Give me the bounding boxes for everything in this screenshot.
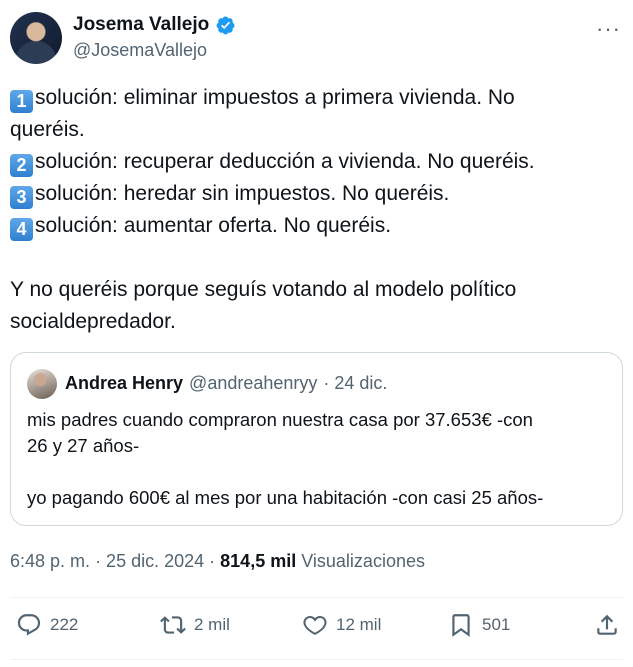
share-button[interactable] <box>594 612 620 638</box>
divider <box>10 597 623 598</box>
quote-line: yo pagando 600€ al mes por una habitació… <box>27 487 544 508</box>
tweet-time[interactable]: 6:48 p. m. <box>10 551 90 571</box>
retweet-count: 2 mil <box>194 615 230 634</box>
tweet-date[interactable]: · 25 dic. 2024 · <box>95 551 215 571</box>
reply-count: 222 <box>50 615 79 634</box>
tweet-line: 4 solución: aumentar oferta. No queréis. <box>10 210 620 242</box>
divider <box>10 659 623 660</box>
like-button[interactable]: 12 mil <box>302 612 381 638</box>
retweet-icon <box>160 616 186 634</box>
tweet-closing-line: Y no queréis porque seguís votando al mo… <box>10 278 517 301</box>
quote-line: mis padres cuando compraron nuestra casa… <box>27 409 533 430</box>
tweet-header: Josema Vallejo @JosemaVallejo ··· <box>10 12 623 66</box>
action-bar: 222 2 mil 12 mil 501 <box>10 612 620 644</box>
tweet-line-text: queréis. <box>10 118 85 141</box>
tweet-line-text: solución: recuperar deducción a vivienda… <box>35 150 535 173</box>
tweet-line-text: solución: heredar sin impuestos. No quer… <box>35 182 450 205</box>
share-icon <box>597 614 617 635</box>
quoted-tweet[interactable]: Andrea Henry @andreahenryy · 24 dic. mis… <box>10 352 623 526</box>
tweet-line-text: solución: eliminar impuestos a primera v… <box>35 86 515 109</box>
author-name[interactable]: Josema Vallejo <box>73 14 209 36</box>
reply-button[interactable]: 222 <box>16 612 78 638</box>
tweet-line: 3 solución: heredar sin impuestos. No que… <box>10 178 620 210</box>
more-options-icon[interactable]: ··· <box>596 16 621 42</box>
bookmark-icon <box>452 614 470 637</box>
author-name-row: Josema Vallejo <box>73 14 236 36</box>
views-count: 814,5 mil <box>220 551 297 571</box>
quote-header: Andrea Henry @andreahenryy · 24 dic. <box>65 373 387 394</box>
like-count: 12 mil <box>336 615 382 634</box>
keycap-two-icon: 2 <box>10 154 33 177</box>
tweet-line: queréis. <box>10 114 620 146</box>
quote-text: mis padres cuando compraron nuestra casa… <box>27 407 607 511</box>
quote-author-name: Andrea Henry <box>65 373 184 393</box>
like-icon <box>303 615 327 635</box>
bookmark-count: 501 <box>482 615 511 634</box>
author-handle[interactable]: @JosemaVallejo <box>73 40 207 61</box>
tweet-meta: 6:48 p. m. · 25 dic. 2024 · 814,5 mil Vi… <box>10 551 425 572</box>
author-avatar[interactable] <box>10 12 62 64</box>
quote-line: 26 y 27 años- <box>27 435 140 456</box>
quote-date: · 24 dic. <box>323 373 388 393</box>
tweet-text: 1 solución: eliminar impuestos a primera … <box>10 82 620 338</box>
tweet-line: 1 solución: eliminar impuestos a primera … <box>10 82 620 114</box>
verified-badge-icon <box>216 16 235 34</box>
tweet-closing-line: socialdepredador. <box>10 310 176 333</box>
quote-author-handle: @andreahenryy <box>189 373 318 393</box>
keycap-three-icon: 3 <box>10 186 33 209</box>
bookmark-button[interactable]: 501 <box>448 612 510 638</box>
tweet-line-text: solución: aumentar oferta. No queréis. <box>35 214 392 237</box>
tweet-line: 2 solución: recuperar deducción a viviend… <box>10 146 620 178</box>
views-label: Visualizaciones <box>301 551 425 571</box>
retweet-button[interactable]: 2 mil <box>160 612 230 638</box>
quote-author-avatar <box>27 369 57 399</box>
reply-icon <box>17 614 41 636</box>
keycap-four-icon: 4 <box>10 218 33 241</box>
keycap-one-icon: 1 <box>10 90 33 113</box>
